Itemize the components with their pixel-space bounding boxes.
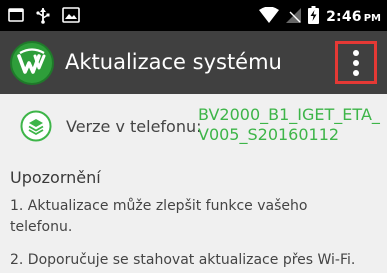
version-label: Verze v telefonu:	[66, 117, 202, 136]
battery-charging-icon	[308, 6, 320, 24]
wifi-icon	[259, 7, 280, 23]
status-time: 2:46 PM	[326, 6, 381, 25]
layers-icon	[20, 110, 52, 142]
overflow-menu-icon[interactable]	[350, 50, 362, 76]
screenshot-icon	[8, 8, 24, 22]
current-version-row: Verze v telefonu: BV2000_B1_IGET_ETA_V00…	[0, 94, 387, 158]
status-time-ampm: PM	[363, 12, 381, 24]
status-bar: 2:46 PM	[0, 0, 387, 31]
version-value: BV2000_B1_IGET_ETA_V005_S20160112	[198, 105, 380, 144]
overflow-menu-button[interactable]	[335, 41, 377, 84]
no-signal-icon	[286, 7, 302, 23]
notice-item: 2. Doporučuje se stahovat aktualizace př…	[10, 252, 356, 268]
page-title: Aktualizace systému	[65, 50, 282, 74]
app-logo-icon	[10, 41, 54, 85]
notice-item: 1. Aktualizace může zlepšit funkce vašeh…	[10, 198, 308, 235]
notice-heading: Upozornění	[10, 168, 101, 187]
status-time-value: 2:46	[326, 8, 362, 25]
app-bar: Aktualizace systému	[0, 31, 387, 94]
gallery-icon	[62, 7, 80, 23]
usb-icon	[36, 8, 50, 24]
status-notifications	[8, 4, 80, 26]
status-system: 2:46 PM	[259, 4, 381, 26]
